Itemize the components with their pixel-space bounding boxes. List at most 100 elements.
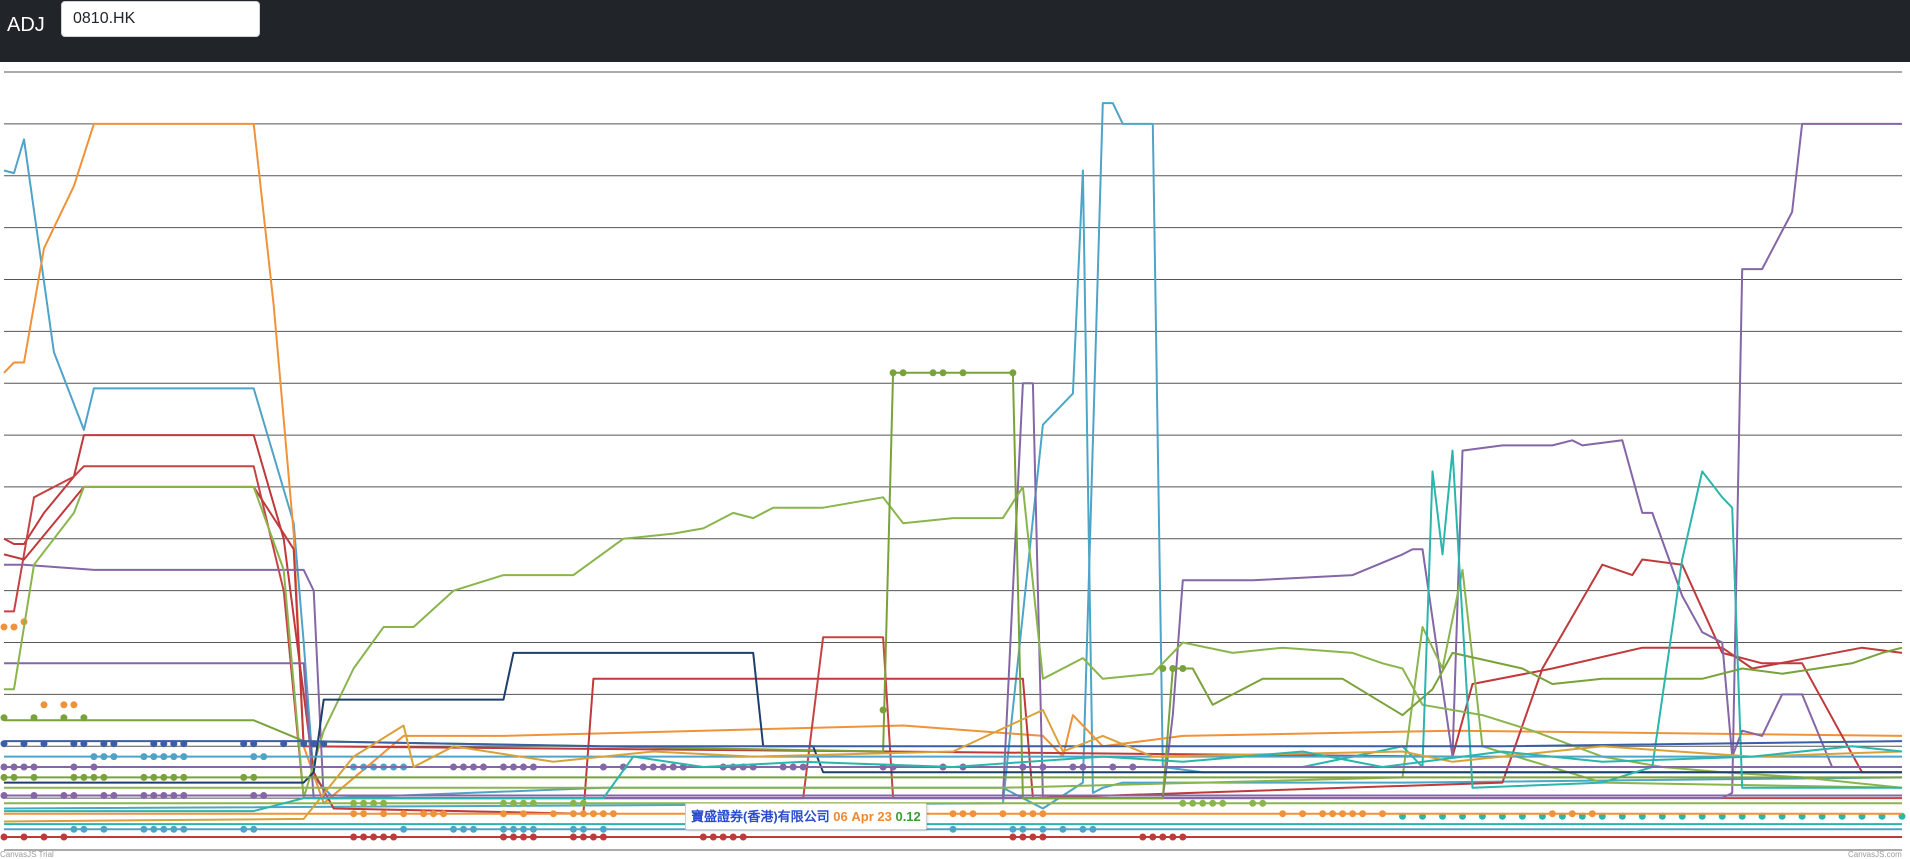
data-point-marker[interactable]	[1588, 810, 1596, 818]
data-point-marker[interactable]	[1179, 665, 1187, 672]
data-point-marker[interactable]	[40, 833, 48, 841]
data-point-marker[interactable]	[100, 825, 108, 833]
data-point-marker[interactable]	[10, 773, 18, 781]
series-23[interactable]	[3, 709, 1903, 823]
data-point-marker[interactable]	[959, 369, 967, 377]
data-point-marker[interactable]	[1109, 763, 1117, 771]
data-point-marker[interactable]	[160, 773, 168, 781]
data-point-marker[interactable]	[110, 740, 118, 748]
data-point-marker[interactable]	[140, 753, 148, 761]
data-point-marker[interactable]	[1009, 833, 1017, 841]
data-point-marker[interactable]	[80, 714, 88, 722]
data-point-marker[interactable]	[160, 825, 168, 833]
data-point-marker[interactable]	[380, 799, 388, 807]
data-point-marker[interactable]	[520, 763, 527, 771]
data-point-marker[interactable]	[250, 792, 258, 799]
data-point-marker[interactable]	[470, 763, 477, 771]
data-point-marker[interactable]	[30, 763, 38, 771]
data-point-marker[interactable]	[360, 799, 368, 807]
brand-title[interactable]: ADJ	[7, 14, 45, 37]
data-point-marker[interactable]	[1169, 833, 1177, 841]
data-point-marker[interactable]	[599, 810, 607, 818]
data-point-marker[interactable]	[250, 773, 258, 781]
data-point-marker[interactable]	[709, 833, 717, 841]
data-point-marker[interactable]	[659, 763, 667, 771]
data-point-marker[interactable]	[949, 810, 957, 818]
data-point-marker[interactable]	[1039, 810, 1047, 818]
data-point-marker[interactable]	[90, 753, 98, 761]
data-point-marker[interactable]	[0, 792, 8, 799]
data-point-marker[interactable]	[310, 740, 318, 748]
data-point-marker[interactable]	[569, 810, 577, 818]
data-point-marker[interactable]	[579, 833, 587, 841]
data-point-marker[interactable]	[1019, 763, 1027, 771]
data-point-marker[interactable]	[40, 701, 48, 709]
data-point-marker[interactable]	[480, 763, 487, 771]
data-point-marker[interactable]	[589, 810, 597, 818]
series-line[interactable]	[3, 102, 1902, 810]
data-point-marker[interactable]	[30, 792, 38, 799]
data-point-marker[interactable]	[260, 753, 268, 761]
series-line[interactable]	[4, 740, 1903, 748]
data-point-marker[interactable]	[569, 833, 577, 841]
data-point-marker[interactable]	[649, 763, 657, 771]
data-point-marker[interactable]	[1079, 763, 1087, 771]
data-point-marker[interactable]	[170, 792, 178, 799]
data-point-marker[interactable]	[300, 740, 308, 748]
data-point-marker[interactable]	[549, 810, 557, 818]
data-point-marker[interactable]	[30, 773, 38, 781]
data-point-marker[interactable]	[500, 833, 507, 841]
data-point-marker[interactable]	[390, 833, 398, 841]
data-point-marker[interactable]	[529, 825, 537, 833]
series-line[interactable]	[3, 709, 1903, 823]
data-point-marker[interactable]	[60, 701, 68, 709]
data-point-marker[interactable]	[140, 773, 148, 781]
data-point-marker[interactable]	[140, 792, 148, 799]
data-point-marker[interactable]	[150, 825, 158, 833]
data-point-marker[interactable]	[1149, 833, 1157, 841]
data-point-marker[interactable]	[579, 799, 587, 807]
data-point-marker[interactable]	[729, 833, 737, 841]
data-point-marker[interactable]	[0, 773, 8, 781]
data-point-marker[interactable]	[529, 763, 537, 771]
data-point-marker[interactable]	[879, 706, 887, 714]
data-point-marker[interactable]	[529, 799, 537, 807]
data-point-marker[interactable]	[150, 740, 158, 748]
data-point-marker[interactable]	[639, 763, 647, 771]
data-point-marker[interactable]	[1329, 810, 1337, 818]
data-point-marker[interactable]	[1029, 810, 1037, 818]
data-point-marker[interactable]	[1009, 825, 1017, 833]
data-point-marker[interactable]	[180, 792, 188, 799]
data-point-marker[interactable]	[180, 773, 188, 781]
data-point-marker[interactable]	[939, 369, 947, 377]
data-point-marker[interactable]	[1219, 799, 1227, 807]
data-point-marker[interactable]	[20, 833, 28, 841]
data-point-marker[interactable]	[510, 763, 517, 771]
data-point-marker[interactable]	[450, 825, 457, 833]
data-point-marker[interactable]	[1379, 810, 1386, 818]
data-point-marker[interactable]	[1319, 810, 1327, 818]
series-20[interactable]	[4, 825, 1902, 833]
data-point-marker[interactable]	[70, 701, 78, 709]
data-point-marker[interactable]	[160, 740, 168, 748]
series-21[interactable]	[0, 833, 1903, 841]
data-point-marker[interactable]	[70, 740, 78, 748]
data-point-marker[interactable]	[999, 810, 1007, 818]
data-point-marker[interactable]	[510, 833, 517, 841]
data-point-marker[interactable]	[170, 825, 178, 833]
data-point-marker[interactable]	[460, 763, 467, 771]
data-point-marker[interactable]	[1089, 825, 1097, 833]
series-line[interactable]	[3, 122, 1903, 805]
series-line[interactable]	[3, 169, 1903, 810]
data-point-marker[interactable]	[90, 773, 98, 781]
data-point-marker[interactable]	[160, 753, 168, 761]
data-point-marker[interactable]	[1069, 763, 1077, 771]
data-point-marker[interactable]	[579, 825, 587, 833]
data-point-marker[interactable]	[799, 763, 807, 771]
data-point-marker[interactable]	[599, 833, 607, 841]
data-point-marker[interactable]	[959, 810, 967, 818]
data-point-marker[interactable]	[899, 369, 907, 377]
data-point-marker[interactable]	[609, 810, 617, 818]
data-point-marker[interactable]	[80, 740, 88, 748]
data-point-marker[interactable]	[1019, 833, 1027, 841]
